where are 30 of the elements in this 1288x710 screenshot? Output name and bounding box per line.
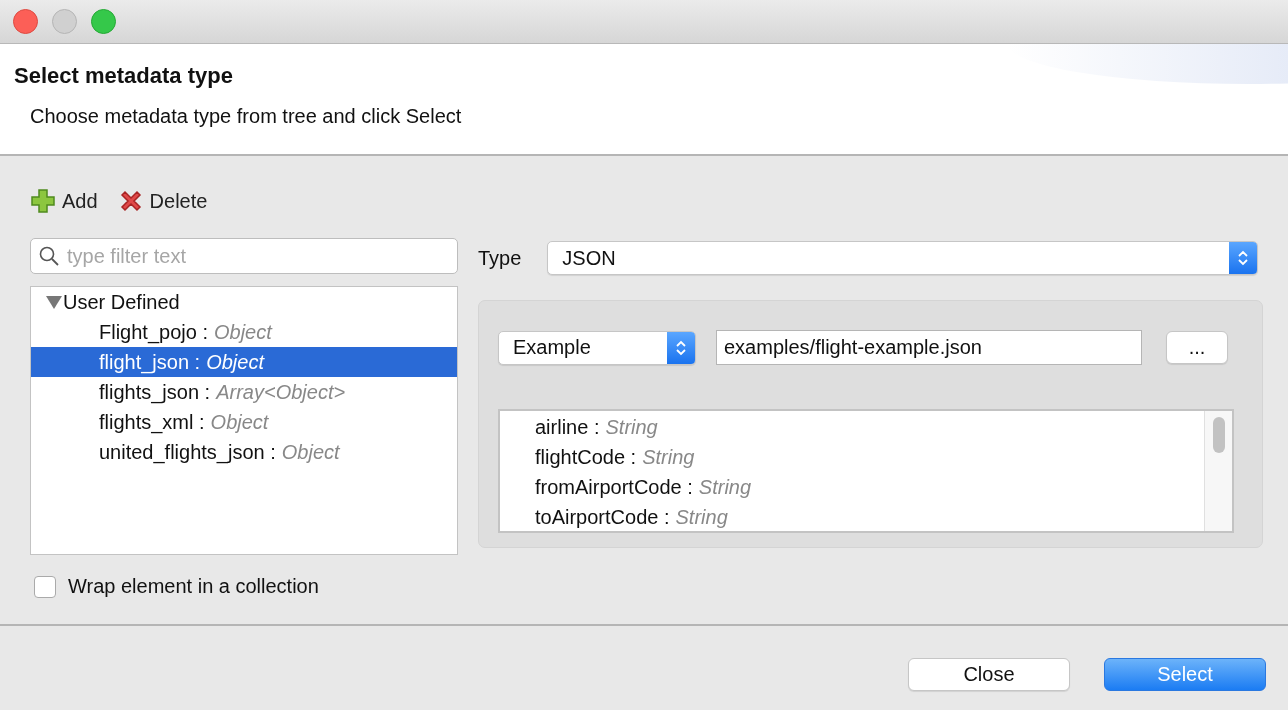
dialog-subtitle: Choose metadata type from tree and click Select xyxy=(30,105,462,128)
filter-field[interactable]: type filter text xyxy=(30,238,458,274)
type-dropdown[interactable]: JSON xyxy=(547,241,1259,275)
browse-button[interactable]: ... xyxy=(1166,331,1228,364)
delete-button[interactable]: Delete xyxy=(117,188,208,214)
plus-icon xyxy=(30,188,56,214)
tree-item[interactable]: flight_json : Object xyxy=(31,347,457,377)
add-button[interactable]: Add xyxy=(30,188,98,214)
dialog-title: Select metadata type xyxy=(14,63,233,89)
type-label: Type xyxy=(478,246,522,270)
path-field[interactable]: examples/flight-example.json xyxy=(716,330,1142,365)
field-item[interactable]: flightCode : String xyxy=(535,442,1204,472)
tree-item[interactable]: User Defined xyxy=(31,287,457,317)
stepper-icon xyxy=(1237,249,1250,267)
checkbox[interactable] xyxy=(34,575,56,598)
minimize-button[interactable] xyxy=(52,9,77,34)
field-item[interactable]: airline : String xyxy=(535,412,1204,442)
scrollbar-thumb[interactable] xyxy=(1212,417,1225,453)
close-button[interactable] xyxy=(13,9,38,34)
source-dropdown[interactable]: Example xyxy=(498,330,696,365)
checkbox-label: Wrap element in a collection xyxy=(68,575,319,598)
tree-item[interactable]: flights_json : Array<Object> xyxy=(31,377,457,407)
zoom-button[interactable] xyxy=(91,9,116,34)
stepper-icon xyxy=(675,338,687,357)
close-button[interactable]: Close xyxy=(908,658,1070,691)
tree-item[interactable]: united_flights_json : Object xyxy=(31,437,457,467)
field-item[interactable]: fromAirportCode : String xyxy=(535,472,1204,502)
tree-item[interactable]: flights_xml : Object xyxy=(31,407,457,437)
tree-item[interactable]: Flight_pojo : Object xyxy=(31,317,457,347)
field-item[interactable]: toAirportCode : String xyxy=(535,502,1204,532)
